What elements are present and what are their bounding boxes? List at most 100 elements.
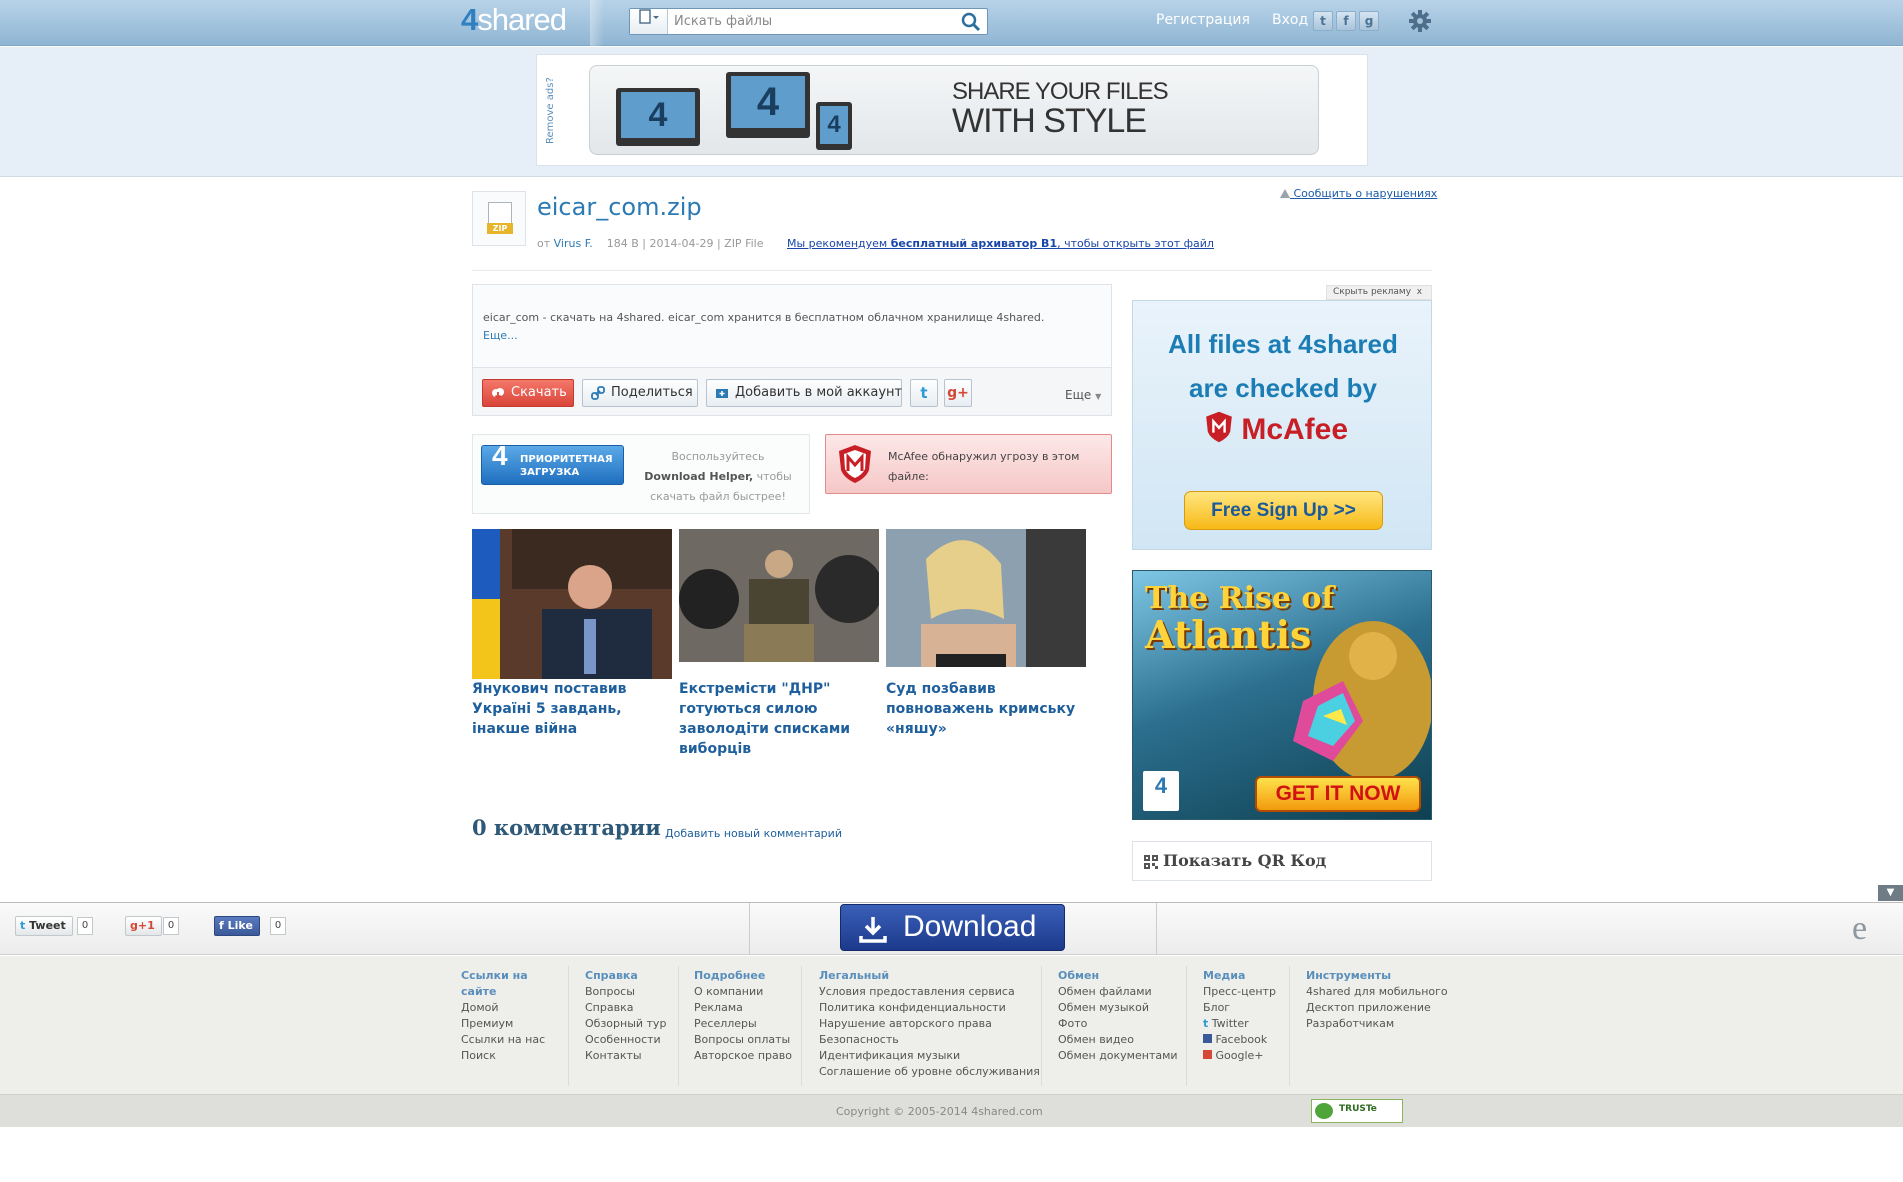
twitter-login-icon[interactable]: t [1313,11,1333,31]
truste-seal-icon [1315,1103,1333,1119]
facebook-icon [1203,1034,1212,1043]
add-to-account-button[interactable]: Добавить в мой аккаунт [706,379,902,407]
footer-link[interactable]: Идентификация музыки [819,1048,1040,1064]
show-qr-button[interactable]: Показать QR Код [1132,841,1432,881]
top-bar: 4shared Регистрация Вход t f g [0,0,1903,46]
google-plus-share-icon[interactable]: g+ [944,379,972,407]
collapse-bar-button[interactable]: ▼ [1878,885,1903,901]
register-link[interactable]: Регистрация [1156,12,1250,28]
action-bar: Скачать Поделиться Добавить в мой аккаун… [472,368,1112,416]
news-thumbnail [679,529,879,662]
footer-link[interactable]: Обзорный тур [585,1016,666,1032]
footer-link[interactable]: Обмен видео [1058,1032,1178,1048]
login-link[interactable]: Вход [1272,12,1308,28]
footer-link[interactable]: Реклама [694,1000,792,1016]
ad-network-icon[interactable]: e [1852,910,1867,948]
footer-link[interactable]: Соглашение об уровне обслуживания [819,1064,1040,1080]
search-icon[interactable] [959,11,983,32]
footer-link[interactable]: Домой [461,1000,561,1016]
footer: Ссылки на сайте Домой Премиум Ссылки на … [0,956,1903,1094]
footer-link[interactable]: Обмен документами [1058,1048,1178,1064]
download-arrow-icon [859,917,887,943]
priority-download-button[interactable]: 4 ПРИОРИТЕТНАЯ ЗАГРУЗКА [481,442,624,485]
footer-link[interactable]: Google+ [1203,1048,1276,1064]
footer-link[interactable]: Десктоп приложение [1306,1000,1448,1016]
more-actions-dropdown[interactable]: Еще ▼ [1065,388,1101,402]
banner-slogan: SHARE YOUR FILES WITH STYLE [952,78,1169,140]
truste-badge[interactable]: TRUSTe [1311,1099,1403,1123]
file-type-dropdown[interactable] [630,9,668,34]
mcafee-ad[interactable]: All files at 4shared are checked by McAf… [1132,300,1432,550]
threat-text: McAfee обнаружил угрозу в этом файле: [888,450,1080,483]
footer-link[interactable]: Особенности [585,1032,666,1048]
mcafee-shield-icon [839,445,871,483]
remove-ads-link[interactable]: Remove ads? [545,55,559,167]
news-thumbnail [886,529,1086,667]
footer-link[interactable]: Условия предоставления сервиса [819,984,1040,1000]
footer-column: Справка Вопросы Справка Обзорный тур Осо… [585,969,667,1064]
footer-link[interactable]: Авторское право [694,1048,792,1064]
footer-link[interactable]: Вопросы [585,984,666,1000]
twitter-share-icon[interactable]: t [910,379,938,407]
footer-link[interactable]: Вопросы оплаты [694,1032,792,1048]
cloud-download-icon [492,388,504,400]
footer-link[interactable]: Премиум [461,1016,561,1032]
footer-link[interactable]: Нарушение авторского права [819,1016,1040,1032]
footer-link[interactable]: Блог [1203,1000,1276,1016]
description-box: eicar_com - скачать на 4shared. eicar_co… [472,284,1112,368]
footer-link[interactable]: Реселлеры [694,1016,792,1032]
ad-banner[interactable]: Remove ads? 4 4 4 SHARE YOUR FILES WITH … [536,54,1368,166]
download-ad-button[interactable]: Download [840,904,1065,951]
share-button[interactable]: Поделиться [582,379,698,407]
folder-add-icon [716,389,728,398]
footer-link[interactable]: Безопасность [819,1032,1040,1048]
facebook-like-count: 0 [270,917,286,935]
footer-link[interactable]: t Twitter [1203,1016,1276,1032]
footer-column: Ссылки на сайте Домой Премиум Ссылки на … [461,968,561,1064]
download-button[interactable]: Скачать [482,379,574,407]
footer-column: Обмен Обмен файлами Обмен музыкой Фото О… [1058,969,1178,1064]
footer-link[interactable]: Обмен музыкой [1058,1000,1178,1016]
footer-link[interactable]: Facebook [1203,1032,1276,1048]
gear-icon[interactable] [1408,9,1432,33]
report-abuse-link[interactable]: Сообщить о нарушениях [1280,187,1437,200]
tweet-button[interactable]: t Tweet [15,916,73,936]
hide-ad-button[interactable]: Скрыть рекламу x [1326,285,1432,300]
search-input[interactable] [674,12,944,31]
get-it-now-button[interactable]: GET IT NOW [1255,776,1421,812]
footer-link[interactable]: Пресс-центр [1203,984,1276,1000]
recommend-archiver-link[interactable]: Мы рекомендуем бесплатный архиватор B1, … [787,237,1214,250]
footer-link[interactable]: Разработчикам [1306,1016,1448,1032]
monitor-icon: 4 [726,72,810,138]
footer-link[interactable]: Контакты [585,1048,666,1064]
download-helper-text: Воспользуйтесь Download Helper, чтобы ск… [644,450,792,503]
author-link[interactable]: Virus F. [554,237,593,250]
google-login-icon[interactable]: g [1359,11,1379,31]
ad-game-title: The Rise of Atlantis [1145,581,1335,657]
add-comment-link[interactable]: Добавить новый комментарий [665,827,842,840]
footer-link[interactable]: Справка [585,1000,666,1016]
google-plus-button[interactable]: g+1 [125,916,162,936]
logo[interactable]: 4shared [461,2,567,38]
facebook-like-button[interactable]: f Like [214,916,260,936]
footer-link[interactable]: Фото [1058,1016,1178,1032]
footer-link[interactable]: Политика конфиденциальности [819,1000,1040,1016]
zip-file-icon: ZIP [472,191,526,246]
footer-link[interactable]: 4shared для мобильного [1306,984,1448,1000]
google-plus-count: 0 [163,917,179,935]
footer-link[interactable]: О компании [694,984,792,1000]
mcafee-threat-warning: McAfee обнаружил угрозу в этом файле: [825,434,1112,494]
footer-link[interactable]: Поиск [461,1048,561,1064]
footer-column: Инструменты 4shared для мобильного Дескт… [1306,969,1448,1032]
footer-link[interactable]: Обмен файлами [1058,984,1178,1000]
facebook-login-icon[interactable]: f [1336,11,1356,31]
footer-link[interactable]: Ссылки на нас [461,1032,561,1048]
free-signup-button[interactable]: Free Sign Up >> [1184,491,1383,530]
description-more-link[interactable]: Еще... [483,329,518,342]
footer-column: Подробнее О компании Реклама Реселлеры В… [694,969,792,1064]
copyright-text: Copyright © 2005-2014 4shared.com [836,1105,1043,1118]
divider [472,270,1432,271]
close-icon: x [1416,287,1423,297]
atlantis-game-ad[interactable]: The Rise of Atlantis 4 GET IT NOW [1132,570,1432,820]
mcafee-shield-icon [1206,411,1232,443]
